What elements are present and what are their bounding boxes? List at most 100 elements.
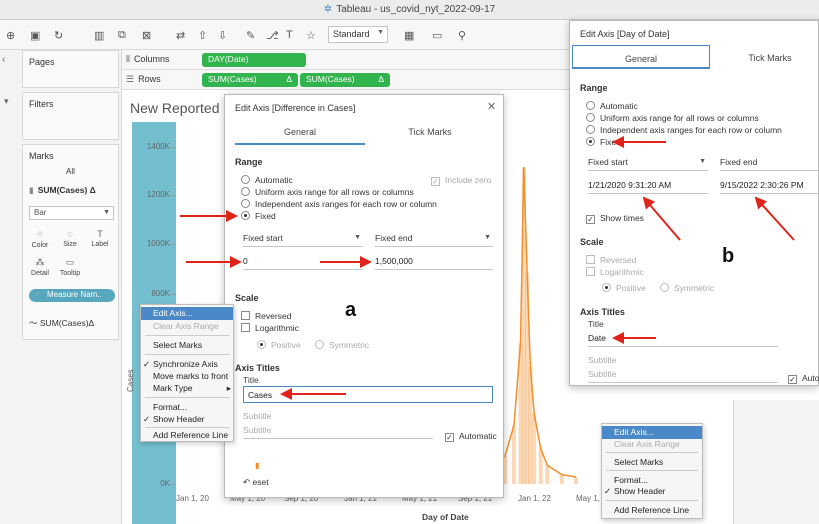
save-icon[interactable]: ▣ — [30, 29, 40, 42]
refresh-icon[interactable]: ↻ — [54, 29, 63, 42]
share-icon[interactable]: ⚲ — [458, 29, 466, 42]
tab-tick-marks[interactable]: Tick Marks — [365, 127, 495, 145]
reversed-checkbox[interactable]: Reversed — [241, 311, 291, 321]
marks-field-sum-cases[interactable]: ▮ SUM(Cases) Δ — [29, 185, 96, 196]
new-worksheet-icon[interactable]: ▥ — [94, 29, 104, 42]
rows-pill-sum-cases-2[interactable]: SUM(Cases) Δ — [300, 73, 390, 87]
size-label: Size — [63, 241, 77, 248]
menu-item-select-marks[interactable]: Select Marks — [141, 339, 233, 352]
columns-pill-label: DAY(Date) — [208, 54, 249, 64]
clear-sheet-icon[interactable]: ⊠ — [142, 29, 151, 42]
detail-button[interactable]: ⁂ Detail — [27, 257, 53, 277]
menu-item-edit-axis[interactable]: Edit Axis... — [141, 307, 233, 320]
subtitle-automatic-checkbox[interactable]: ✓ Automatic — [445, 431, 497, 442]
side-arrow-icon[interactable]: ▾ — [4, 96, 9, 107]
checkbox-box — [241, 311, 250, 320]
bar-mark[interactable] — [574, 476, 578, 484]
range-uniform-radio[interactable]: Uniform axis range for all rows or colum… — [586, 113, 759, 123]
reversed-checkbox[interactable]: Reversed — [586, 255, 636, 265]
fixed-end-value: 1,500,000 — [375, 256, 413, 266]
positive-radio[interactable]: Positive — [257, 340, 301, 350]
mark-type-select[interactable]: Bar ▼ — [29, 206, 114, 220]
range-uniform-radio[interactable]: Uniform axis range for all rows or colum… — [241, 187, 414, 197]
fixed-start-input[interactable]: 0 — [243, 253, 363, 270]
tooltip-button[interactable]: ▭ Tooltip — [57, 257, 83, 277]
group-icon[interactable]: ⎇ — [266, 29, 279, 42]
axis-subtitle-input[interactable]: Subtitle — [588, 366, 778, 383]
show-times-checkbox[interactable]: ✓ Show times — [586, 213, 644, 224]
sort-desc-icon[interactable]: ⇩ — [218, 29, 227, 42]
delta-icon: Δ — [286, 74, 292, 84]
menu-item-clear-axis-range[interactable]: Clear Axis Range — [141, 320, 233, 333]
fixed-end-select[interactable]: Fixed end ▼ — [375, 231, 493, 247]
marks-field-sum-cases-line[interactable]: 〜 SUM(Cases)Δ — [29, 317, 94, 329]
axis-subtitle-input[interactable]: Subtitle — [243, 422, 433, 439]
subtitle-automatic-checkbox[interactable]: ✓ Auto — [788, 373, 819, 384]
fixed-end-input[interactable]: 1,500,000 — [375, 253, 493, 270]
new-datasource-icon[interactable]: ⊕ — [6, 29, 15, 42]
range-independent-radio[interactable]: Independent axis ranges for each row or … — [586, 125, 782, 135]
axis-title-input[interactable]: Date — [588, 330, 778, 347]
axis-title-input[interactable]: Cases — [243, 386, 493, 403]
range-fixed-radio[interactable]: Fixed — [586, 137, 621, 147]
size-button[interactable]: ◌ Size — [57, 229, 83, 248]
fixed-start-select[interactable]: Fixed start ▼ — [588, 155, 708, 171]
close-icon[interactable]: ✕ — [487, 100, 496, 113]
menu-item-add-reference-line[interactable]: Add Reference Line — [602, 504, 702, 517]
fixed-start-input[interactable]: 1/21/2020 9:31:20 AM — [588, 177, 708, 194]
tab-general[interactable]: General — [235, 127, 365, 145]
swap-icon[interactable]: ⇄ — [176, 29, 185, 42]
columns-shelf-label: ⦀ Columns — [126, 54, 169, 65]
presentation-icon[interactable]: ▭ — [432, 29, 442, 42]
delta-icon: Δ — [378, 74, 384, 84]
fixed-end-select[interactable]: Fixed end — [720, 155, 818, 171]
fixed-start-select[interactable]: Fixed start ▼ — [243, 231, 363, 247]
range-automatic-radio[interactable]: Automatic — [586, 101, 638, 111]
show-cards-icon[interactable]: ▦ — [404, 29, 414, 42]
color-button[interactable]: ⁘ Color — [27, 229, 53, 249]
highlight-icon[interactable]: ✎ — [246, 29, 255, 42]
tab-general[interactable]: General — [572, 45, 710, 69]
measure-names-pill[interactable]: ⁘ Measure Nam.. — [29, 289, 115, 302]
tab-tick-marks[interactable]: Tick Marks — [720, 53, 819, 71]
menu-item-select-marks[interactable]: Select Marks — [602, 456, 702, 469]
range-independent-radio[interactable]: Independent axis ranges for each row or … — [241, 199, 437, 209]
labels-icon[interactable]: T — [286, 29, 293, 41]
menu-separator — [606, 470, 698, 471]
collapse-icon[interactable]: ‹ — [2, 54, 5, 65]
detail-label: Detail — [31, 270, 49, 277]
menu-item-show-header[interactable]: ✓ Show Header — [141, 413, 233, 426]
bar-mark[interactable] — [559, 474, 564, 484]
fit-select[interactable]: Standard ▼ — [328, 26, 388, 43]
filters-card[interactable]: Filters — [22, 92, 119, 140]
menu-item-clear-axis-range[interactable]: Clear Axis Range — [602, 438, 702, 451]
fixed-end-label: Fixed end — [720, 157, 758, 167]
rows-pill-sum-cases-1[interactable]: SUM(Cases) Δ — [202, 73, 298, 87]
symmetric-radio[interactable]: Symmetric — [315, 340, 369, 350]
range-automatic-radio[interactable]: Automatic — [241, 175, 293, 185]
reset-button[interactable]: ↶ eset — [243, 477, 269, 488]
pages-card[interactable]: Pages — [22, 50, 119, 88]
bar-mark[interactable] — [511, 425, 516, 484]
duplicate-sheet-icon[interactable]: ⧉ — [118, 29, 126, 42]
columns-label: Columns — [133, 54, 170, 64]
fixed-end-input[interactable]: 9/15/2022 2:30:26 PM — [720, 177, 818, 194]
menu-item-add-reference-line[interactable]: Add Reference Line — [141, 429, 233, 442]
positive-radio[interactable]: Positive — [602, 283, 646, 293]
range-fixed-radio[interactable]: Fixed — [241, 211, 276, 221]
logarithmic-checkbox[interactable]: Logarithmic — [241, 323, 299, 333]
columns-pill-day-date[interactable]: DAY(Date) — [202, 53, 306, 67]
marks-field2-label: SUM(Cases) — [39, 318, 89, 328]
marks-all-tab[interactable]: All — [23, 167, 118, 176]
menu-label: Move marks to front — [153, 371, 229, 381]
pin-icon[interactable]: ☆ — [306, 29, 316, 42]
sort-asc-icon[interactable]: ⇧ — [198, 29, 207, 42]
menu-item-mark-type[interactable]: Mark Type ▸ — [141, 382, 233, 395]
title-bar: ✲ Tableau - us_covid_nyt_2022-09-17 — [0, 0, 819, 20]
label-button[interactable]: T Label — [87, 229, 113, 248]
bar-mark[interactable] — [545, 465, 550, 484]
logarithmic-checkbox[interactable]: Logarithmic — [586, 267, 644, 277]
symmetric-radio[interactable]: Symmetric — [660, 283, 714, 293]
menu-item-show-header[interactable]: ✓ Show Header — [602, 485, 702, 498]
include-zero-checkbox[interactable]: ✓ Include zero — [431, 175, 491, 186]
